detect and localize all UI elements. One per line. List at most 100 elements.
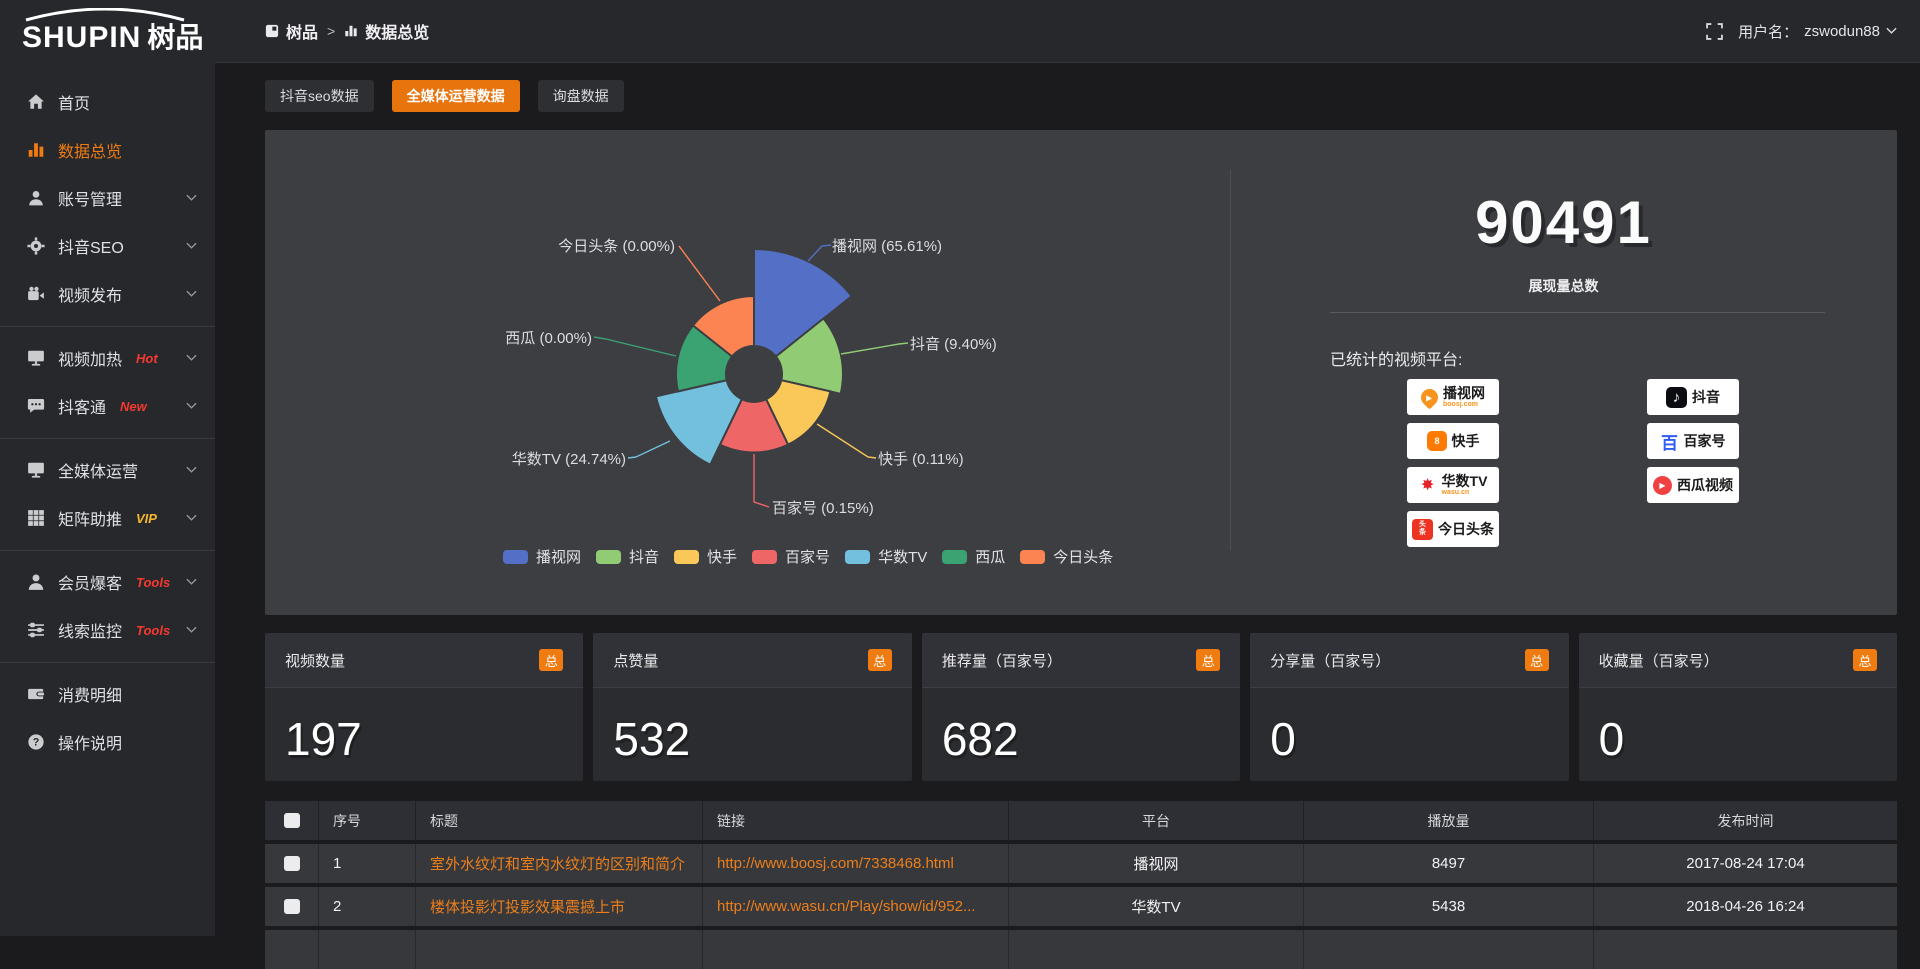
total-badge[interactable]: 总 [1525, 649, 1549, 671]
sidebar-item-5[interactable]: 视频加热Hot [0, 334, 215, 382]
cell-url-link[interactable]: http://www.boosj.com/7338468.html [717, 855, 954, 872]
stat-card-value: 197 [265, 688, 583, 766]
sidebar-item-1[interactable]: 数据总览 [0, 126, 215, 174]
cell-title-link[interactable]: 楼体投影灯投影效果震撼上市 [430, 896, 625, 917]
chevron-down-icon [186, 402, 197, 410]
sidebar-item-9[interactable]: 会员爆客Tools [0, 558, 215, 606]
platform-name: 华数TV [1442, 474, 1488, 489]
label-leader-line [841, 343, 908, 354]
chevron-down-icon [1886, 27, 1897, 35]
legend-label: 播视网 [536, 546, 581, 567]
sidebar-item-2[interactable]: 账号管理 [0, 174, 215, 222]
sidebar-item-label: 线索监控 [58, 618, 122, 642]
home-icon [27, 93, 45, 111]
total-badge[interactable]: 总 [1853, 649, 1877, 671]
platform-badge-抖音[interactable]: ♪抖音 [1647, 379, 1739, 415]
topbar: 树品>数据总览 用户名：zswodun88 [215, 0, 1920, 63]
legend-swatch [596, 550, 621, 564]
platform-badge-华数TV[interactable]: ✸华数TVwasu.cn [1407, 467, 1499, 503]
sidebar-item-0[interactable]: 首页 [0, 78, 215, 126]
legend-swatch [1020, 550, 1045, 564]
platform-name: 播视网 [1443, 386, 1485, 401]
platform-badge-今日头条[interactable]: 头条今日头条 [1407, 511, 1499, 547]
sidebar-item-label: 账号管理 [58, 186, 122, 210]
label-leader-line [754, 454, 769, 507]
total-badge[interactable]: 总 [868, 649, 892, 671]
sidebar-item-3[interactable]: 抖音SEO [0, 222, 215, 270]
row-checkbox[interactable] [284, 856, 300, 871]
sidebar-item-7[interactable]: 全媒体运营 [0, 446, 215, 494]
pie-slice-华数TV[interactable] [656, 380, 742, 465]
chevron-down-icon [186, 194, 197, 202]
legend-item-播视网[interactable]: 播视网 [503, 546, 581, 567]
platform-badge-播视网[interactable]: ▶播视网boosj.com [1407, 379, 1499, 415]
tab-0[interactable]: 抖音seo数据 [265, 80, 374, 112]
cell-title-link[interactable]: 室外水纹灯和室内水纹灯的区别和简介 [430, 853, 685, 874]
logo-text-en: SHUPIN [22, 21, 141, 54]
sidebar-item-label: 操作说明 [58, 730, 122, 754]
logo-text-cjk: 树品 [147, 22, 203, 53]
legend-item-百家号[interactable]: 百家号 [752, 546, 830, 567]
table-row-1: 2楼体投影灯投影效果震撼上市http://www.wasu.cn/Play/sh… [265, 887, 1897, 926]
legend-label: 今日头条 [1053, 546, 1113, 567]
grid-icon [27, 509, 45, 527]
sidebar-item-label: 视频加热 [58, 346, 122, 370]
breadcrumb-item-0[interactable]: 树品 [265, 19, 318, 43]
sidebar-item-4[interactable]: 视频发布 [0, 270, 215, 318]
sidebar-item-11[interactable]: 消费明细 [0, 670, 215, 718]
app-logo[interactable]: SHUPIN树品 [0, 0, 215, 64]
fullscreen-icon[interactable] [1706, 23, 1723, 40]
bars-icon [27, 141, 45, 159]
rose-pie-chart[interactable] [265, 130, 1230, 615]
legend-item-快手[interactable]: 快手 [674, 546, 737, 567]
legend-label: 华数TV [878, 546, 927, 567]
legend-item-抖音[interactable]: 抖音 [596, 546, 659, 567]
pie-label-华数TV: 华数TV (24.74%) [512, 448, 626, 469]
boosj-logo-icon: ▶ [1417, 385, 1441, 409]
pie-label-今日头条: 今日头条 (0.00%) [558, 235, 675, 256]
camera-icon [27, 285, 45, 303]
legend-item-今日头条[interactable]: 今日头条 [1020, 546, 1113, 567]
sidebar-item-8[interactable]: 矩阵助推VIP [0, 494, 215, 542]
legend-item-华数TV[interactable]: 华数TV [845, 546, 927, 567]
tab-1[interactable]: 全媒体运营数据 [392, 80, 520, 112]
platform-badge-西瓜视频[interactable]: ▶西瓜视频 [1647, 467, 1739, 503]
platform-name: 百家号 [1684, 434, 1726, 449]
sidebar-divider [0, 550, 215, 551]
summary-section: 90491 展现量总数 已统计的视频平台: ▶播视网boosj.com♪抖音8快… [1230, 130, 1897, 615]
sidebar-item-badge: Tools [136, 623, 170, 638]
chart-legend: 播视网抖音快手百家号 华数TV 西瓜 今日头条 [503, 546, 1113, 567]
column-header-0: 序号 [318, 801, 415, 840]
cell-plays: 5438 [1303, 887, 1593, 926]
stat-card-4: 收藏量（百家号）总0 [1579, 633, 1897, 781]
bars-icon [344, 24, 358, 38]
total-impressions-label: 展现量总数 [1230, 276, 1897, 296]
platform-badge-百家号[interactable]: 百百家号 [1647, 423, 1739, 459]
header-checkbox-cell [265, 801, 318, 840]
user-menu[interactable]: 用户名：zswodun88 [1738, 21, 1897, 42]
stat-card-0: 视频数量总197 [265, 633, 583, 781]
tab-2[interactable]: 询盘数据 [538, 80, 624, 112]
breadcrumb-item-1[interactable]: 数据总览 [344, 19, 429, 43]
svg-text:?: ? [33, 737, 40, 749]
select-all-checkbox[interactable] [284, 813, 300, 828]
label-leader-line [679, 246, 720, 301]
legend-item-西瓜[interactable]: 西瓜 [942, 546, 1005, 567]
platform-badge-快手[interactable]: 8快手 [1407, 423, 1499, 459]
total-badge[interactable]: 总 [539, 649, 563, 671]
stat-card-label: 收藏量（百家号） [1599, 650, 1719, 671]
stat-card-2: 推荐量（百家号）总682 [922, 633, 1240, 781]
person-icon [27, 573, 45, 591]
platform-name: 快手 [1452, 434, 1480, 449]
stat-card-header: 分享量（百家号）总 [1250, 633, 1568, 688]
sidebar-item-12[interactable]: ? 操作说明 [0, 718, 215, 766]
cell-url-link[interactable]: http://www.wasu.cn/Play/show/id/952... [717, 898, 975, 915]
sidebar-item-6[interactable]: 抖客通New [0, 382, 215, 430]
question-icon: ? [27, 733, 45, 751]
total-badge[interactable]: 总 [1196, 649, 1220, 671]
label-leader-line [628, 441, 670, 458]
row-checkbox[interactable] [284, 899, 300, 914]
pie-label-百家号: 百家号 (0.15%) [772, 497, 874, 518]
stat-card-header: 收藏量（百家号） 总 [1579, 633, 1897, 688]
sidebar-item-10[interactable]: 线索监控 Tools [0, 606, 215, 654]
